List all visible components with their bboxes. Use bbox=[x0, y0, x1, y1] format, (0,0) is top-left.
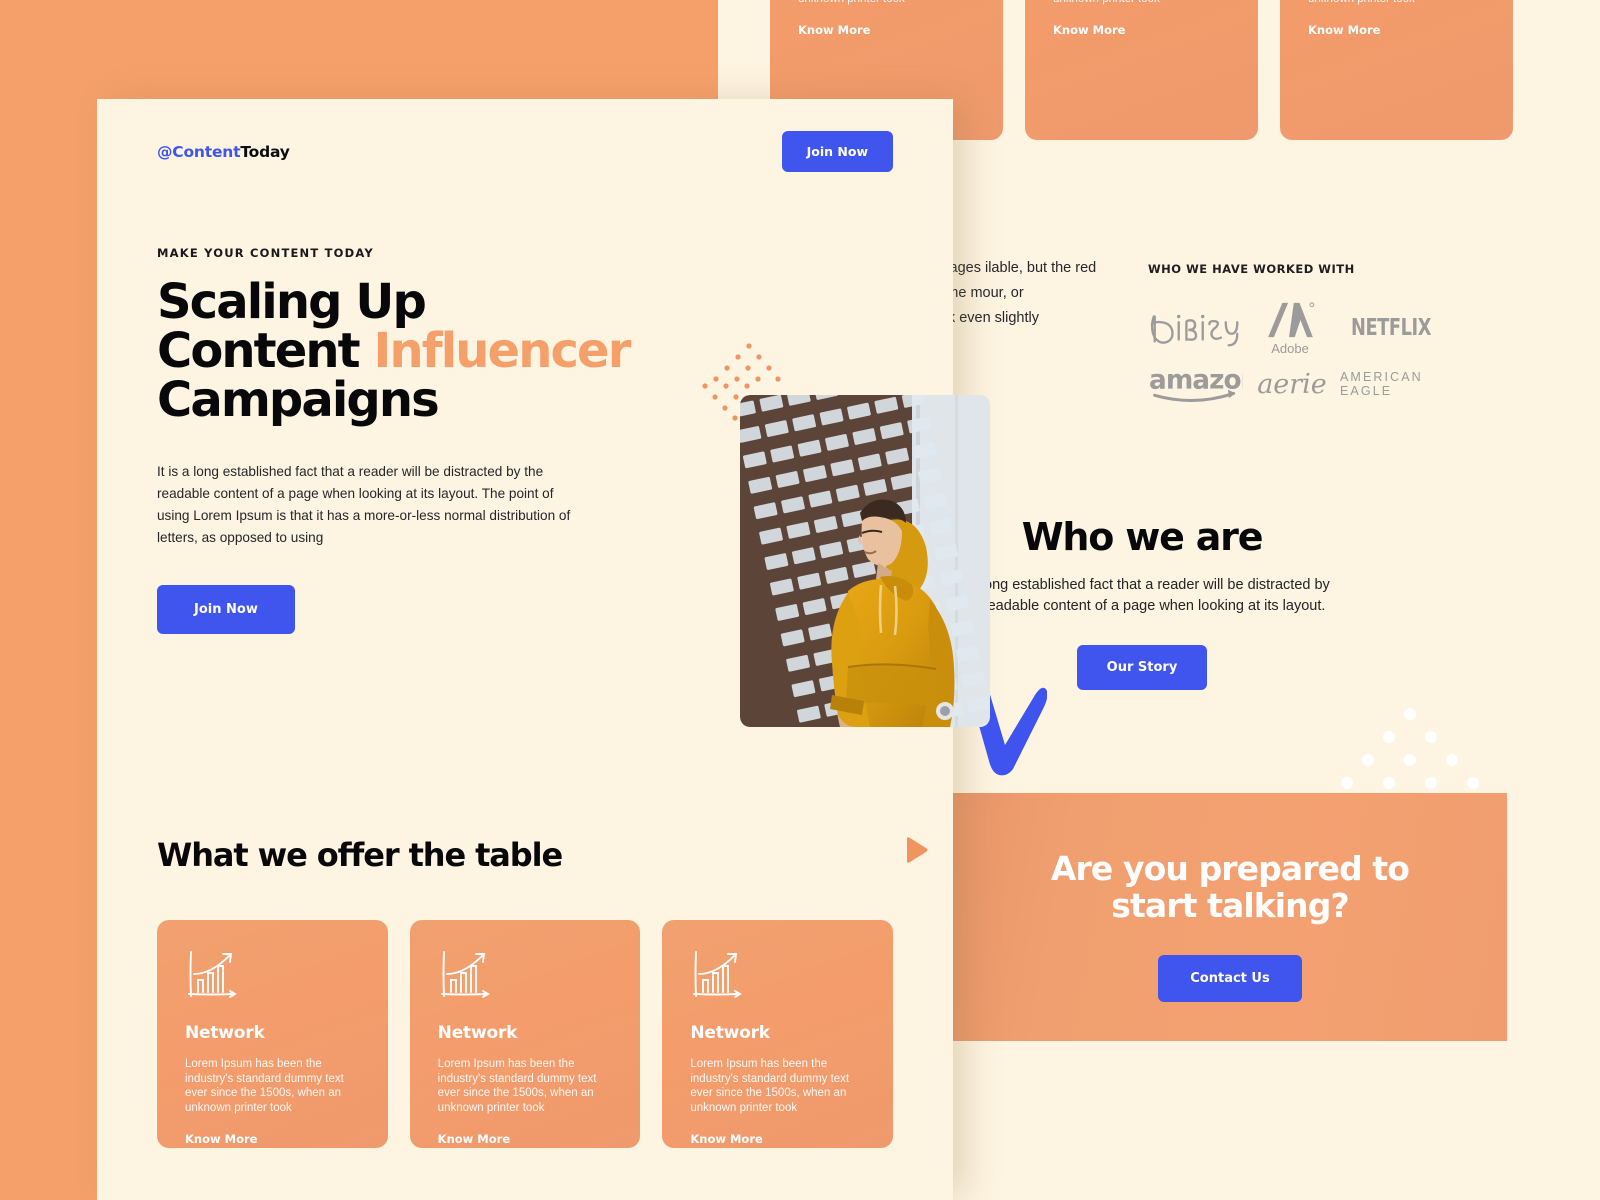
card-body: Lorem Ipsum has been the industry's stan… bbox=[1308, 0, 1488, 7]
know-more-link[interactable]: Know More bbox=[690, 1132, 871, 1146]
cta-title-line-1: Are you prepared to bbox=[1050, 849, 1410, 888]
american-eagle-logo: AMERICAN EAGLE bbox=[1340, 370, 1423, 398]
offers-card-row: Network Lorem Ipsum has been the industr… bbox=[157, 919, 894, 1148]
card-body: Lorem Ipsum has been the industry's stan… bbox=[1053, 0, 1233, 7]
background-feature-card[interactable]: Network Lorem Ipsum has been the industr… bbox=[1025, 0, 1258, 140]
know-more-link[interactable]: Know More bbox=[1053, 23, 1238, 37]
join-now-hero-button[interactable]: Join Now bbox=[157, 584, 295, 634]
card-body: Lorem Ipsum has been the industry's stan… bbox=[185, 1057, 344, 1115]
know-more-link[interactable]: Know More bbox=[1308, 23, 1493, 37]
hero-body: It is a long established fact that a rea… bbox=[157, 463, 571, 545]
growth-bar-chart-icon bbox=[440, 950, 490, 998]
card-body: Lorem Ipsum has been the industry's stan… bbox=[798, 0, 978, 7]
who-we-are-title: Who we are bbox=[1021, 515, 1264, 559]
foreground-landing-panel: @ContentToday Join Now MAKE YOUR CONTENT… bbox=[97, 99, 1047, 1200]
join-now-header-button[interactable]: Join Now bbox=[781, 131, 893, 172]
hero-title-highlight: Influencer bbox=[373, 322, 632, 379]
hero-title-line-1: Scaling Up bbox=[157, 274, 427, 330]
card-body: Lorem Ipsum has been the industry's stan… bbox=[690, 1057, 850, 1115]
cta-title-line-2: start talking? bbox=[1111, 885, 1349, 925]
disney-logo bbox=[1148, 304, 1244, 352]
cta-title: Are you prepared to start talking? bbox=[953, 849, 1507, 925]
know-more-link[interactable]: Know More bbox=[185, 1132, 366, 1146]
offer-card[interactable]: Network Lorem Ipsum has been the industr… bbox=[157, 919, 388, 1148]
partners-logo-grid: Adobe NETFLIX amazon aerie AMERICAN EAGL… bbox=[1148, 300, 1478, 412]
card-title: Network bbox=[690, 1022, 770, 1043]
who-we-are-body: is a long established fact that a reader… bbox=[954, 577, 1330, 615]
offer-card[interactable]: Network Lorem Ipsum has been the industr… bbox=[409, 919, 641, 1148]
contact-us-button[interactable]: Contact Us bbox=[1158, 954, 1302, 1002]
growth-bar-chart-icon bbox=[188, 950, 237, 998]
hero-title: Scaling Up Content Influencer Campaigns bbox=[157, 278, 647, 425]
brand-logo-at: @Content bbox=[157, 142, 241, 161]
our-story-button[interactable]: Our Story bbox=[1076, 645, 1208, 691]
card-title: Network bbox=[437, 1022, 518, 1043]
adobe-wordmark: Adobe bbox=[1271, 340, 1309, 356]
card-body: Lorem Ipsum has been the industry's stan… bbox=[437, 1057, 597, 1115]
partners-label: WHO WE HAVE WORKED WITH bbox=[1148, 262, 1355, 276]
hero-eyebrow: MAKE YOUR CONTENT TODAY bbox=[157, 246, 374, 260]
know-more-link[interactable]: Know More bbox=[798, 23, 983, 37]
brand-logo[interactable]: @ContentToday bbox=[157, 143, 290, 161]
offers-section: What we offer the table Network Lorem Ip… bbox=[97, 836, 953, 1148]
site-header: @ContentToday Join Now bbox=[97, 99, 953, 172]
know-more-link[interactable]: Know More bbox=[438, 1132, 619, 1146]
adobe-logo: Adobe bbox=[1244, 300, 1336, 356]
growth-bar-chart-icon bbox=[693, 950, 743, 998]
netflix-logo: NETFLIX bbox=[1350, 315, 1432, 341]
amazon-logo: amazon bbox=[1148, 356, 1244, 412]
offer-card[interactable]: Network Lorem Ipsum has been the industr… bbox=[662, 919, 894, 1148]
cta-band: Are you prepared to start talking? Conta… bbox=[953, 793, 1507, 1041]
hero-title-line-2: Content bbox=[157, 322, 374, 379]
hero-title-line-3: Campaigns bbox=[157, 371, 440, 428]
aerie-logo: aerie bbox=[1257, 368, 1327, 400]
brand-logo-today: Today bbox=[240, 142, 290, 161]
play-triangle-icon bbox=[907, 837, 928, 863]
offers-section-title: What we offer the table bbox=[157, 835, 563, 874]
hero-section: MAKE YOUR CONTENT TODAY Scaling Up Conte… bbox=[97, 246, 1047, 863]
hero-photo bbox=[740, 395, 990, 727]
partners-block: WHO WE HAVE WORKED WITH Adobe NETFLIX am… bbox=[1148, 262, 1478, 412]
background-feature-card[interactable]: Network Lorem Ipsum has been the industr… bbox=[1280, 0, 1513, 140]
card-title: Network bbox=[185, 1022, 265, 1043]
